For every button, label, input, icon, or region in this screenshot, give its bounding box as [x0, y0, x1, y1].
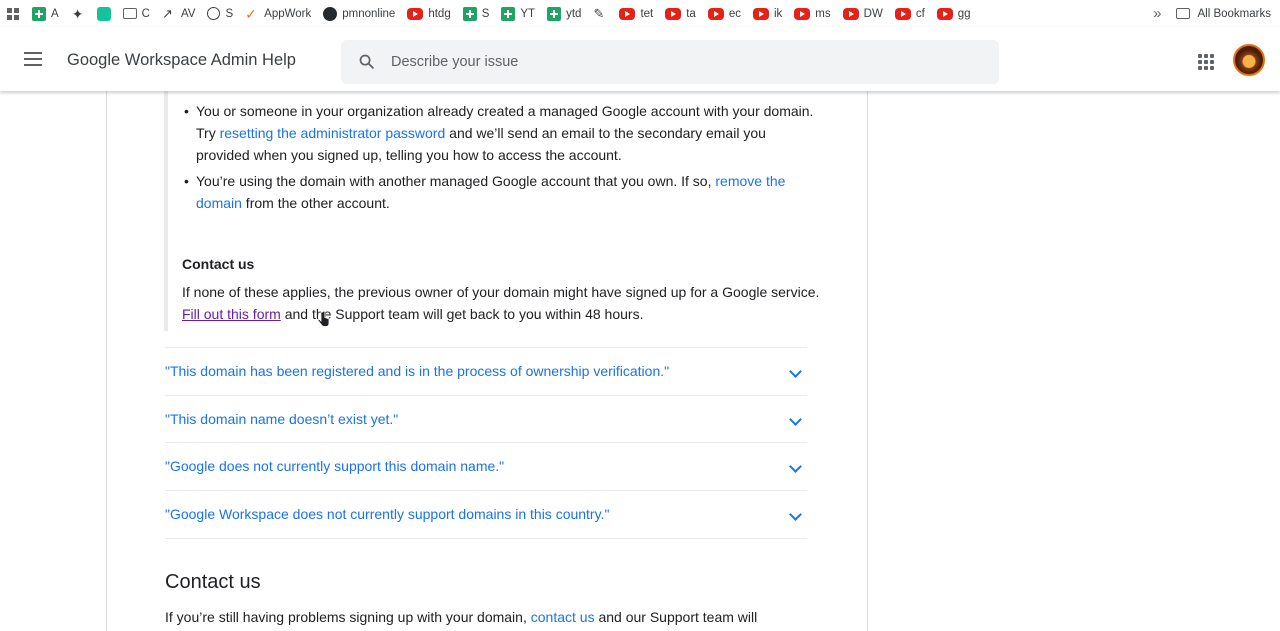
reasons-list: You or someone in your organization alre… [184, 100, 814, 218]
all-bookmarks-label: All Bookmarks [1198, 8, 1272, 20]
chevron-down-icon[interactable] [789, 365, 802, 378]
contact-paragraph: If none of these applies, the previous o… [182, 281, 822, 325]
bookmark-item[interactable] [91, 0, 117, 27]
folder-icon [123, 8, 137, 19]
bookmark-label: S [225, 8, 233, 20]
chevron-down-icon[interactable] [789, 460, 802, 473]
chevron-down-icon[interactable] [789, 508, 802, 521]
bookmark-label: YT [520, 8, 535, 20]
bookmark-label: AV [181, 8, 196, 20]
search-box[interactable] [341, 40, 999, 84]
bookmark-item[interactable]: ec [702, 0, 747, 27]
youtube-icon [895, 8, 911, 20]
bookmark-label: ms [815, 8, 830, 20]
faq-question[interactable]: "Google Workspace does not currently sup… [165, 506, 609, 522]
faq-question[interactable]: "This domain has been registered and is … [165, 363, 669, 379]
site-title[interactable]: Google Workspace Admin Help [67, 51, 296, 70]
bookmarks-overflow-button[interactable]: » [1147, 5, 1175, 22]
sheets-icon [547, 7, 561, 21]
youtube-icon [665, 8, 681, 20]
youtube-icon [619, 8, 635, 20]
bookmark-item[interactable]: DW [837, 0, 889, 27]
faq-question[interactable]: "Google does not currently support this … [165, 458, 504, 474]
fill-out-form-link[interactable]: Fill out this form [182, 306, 281, 322]
faq-question[interactable]: "This domain name doesn’t exist yet." [165, 411, 398, 427]
contact-subheading: Contact us [182, 256, 254, 272]
youtube-icon [794, 8, 810, 20]
bookmark-item[interactable]: ✎ [587, 0, 613, 27]
bookmark-label: ta [686, 8, 696, 20]
contact-support-paragraph: If you’re still having problems signing … [165, 606, 815, 628]
sheets-icon [501, 7, 515, 21]
faq-item-domain-not-exist[interactable]: "This domain name doesn’t exist yet." [165, 395, 807, 443]
bookmark-item[interactable]: ik [747, 0, 788, 27]
bookmark-label: C [142, 8, 150, 20]
faq-item-country-not-supported[interactable]: "Google Workspace does not currently sup… [165, 490, 807, 538]
youtube-icon [843, 8, 859, 20]
appwork-icon: ✓ [245, 7, 259, 21]
sheets-icon [463, 7, 477, 21]
bookmark-item[interactable] [0, 0, 26, 27]
search-icon[interactable] [358, 53, 375, 70]
list-item: You’re using the domain with another man… [184, 170, 814, 214]
bookmark-item[interactable]: cf [889, 0, 931, 27]
extension-puzzle-icon: ✦ [71, 7, 85, 21]
bookmarks-bar: A ✦ C ↗ AV S ✓ AppWork pmnonline htdg S YT ytd ✎ tet ta… [0, 0, 1280, 27]
bookmark-item[interactable]: S [201, 0, 239, 27]
bookmark-item[interactable]: ms [788, 0, 836, 27]
trend-icon: ↗ [162, 7, 176, 21]
bookmark-label: ytd [566, 8, 581, 20]
bookmark-label: DW [864, 8, 883, 20]
account-avatar[interactable] [1233, 44, 1265, 76]
youtube-icon [708, 8, 724, 20]
bookmark-label: ik [774, 8, 782, 20]
youtube-icon [407, 8, 423, 20]
bookmark-item[interactable]: gg [931, 0, 977, 27]
bookmark-label: AppWork [264, 8, 311, 20]
bookmark-item[interactable]: ✦ [65, 0, 91, 27]
bookmark-label: ec [729, 8, 741, 20]
apps-grid-icon [6, 7, 20, 21]
pin-icon: ✎ [593, 7, 607, 21]
bookmark-label: gg [958, 8, 971, 20]
bookmark-item[interactable]: ✓ AppWork [239, 0, 317, 27]
bookmark-label: pmnonline [342, 8, 395, 20]
list-item: You or someone in your organization alre… [184, 100, 814, 166]
folder-icon [1176, 8, 1190, 19]
bookmark-item[interactable]: ↗ AV [156, 0, 202, 27]
google-apps-icon[interactable] [1198, 54, 1214, 70]
globe-icon [207, 7, 220, 20]
bookmark-label: htdg [428, 8, 450, 20]
bookmark-item[interactable]: htdg [401, 0, 456, 27]
bookmark-label: S [482, 8, 490, 20]
all-bookmarks-button[interactable]: All Bookmarks [1176, 8, 1280, 20]
bookmark-item[interactable]: pmnonline [317, 0, 401, 27]
divider [165, 538, 807, 539]
faq-item-domain-not-supported[interactable]: "Google does not currently support this … [165, 442, 807, 490]
bookmark-item[interactable]: tet [613, 0, 659, 27]
reset-admin-password-link[interactable]: resetting the administrator password [220, 125, 446, 141]
contact-us-link[interactable]: contact us [531, 609, 595, 625]
bookmark-item[interactable]: ytd [541, 0, 587, 27]
bookmark-item[interactable]: YT [495, 0, 541, 27]
main-menu-icon[interactable] [24, 52, 42, 66]
bookmark-label: A [51, 8, 59, 20]
site-header: Google Workspace Admin Help [0, 27, 1280, 91]
bookmark-label: tet [640, 8, 653, 20]
bookmark-item[interactable]: S [457, 0, 496, 27]
bookmark-label: cf [916, 8, 925, 20]
search-input[interactable] [391, 40, 981, 84]
bookmark-item[interactable]: C [117, 0, 156, 27]
faq-item-ownership-verification[interactable]: "This domain has been registered and is … [165, 347, 807, 395]
chevron-down-icon[interactable] [789, 413, 802, 426]
bookmark-item[interactable]: A [26, 0, 65, 27]
youtube-icon [937, 8, 953, 20]
github-icon [323, 7, 337, 21]
sheets-icon [32, 7, 46, 21]
contact-heading: Contact us [165, 571, 261, 594]
bookmark-item[interactable]: ta [659, 0, 702, 27]
youtube-icon [753, 8, 769, 20]
grammarly-icon [97, 7, 111, 21]
